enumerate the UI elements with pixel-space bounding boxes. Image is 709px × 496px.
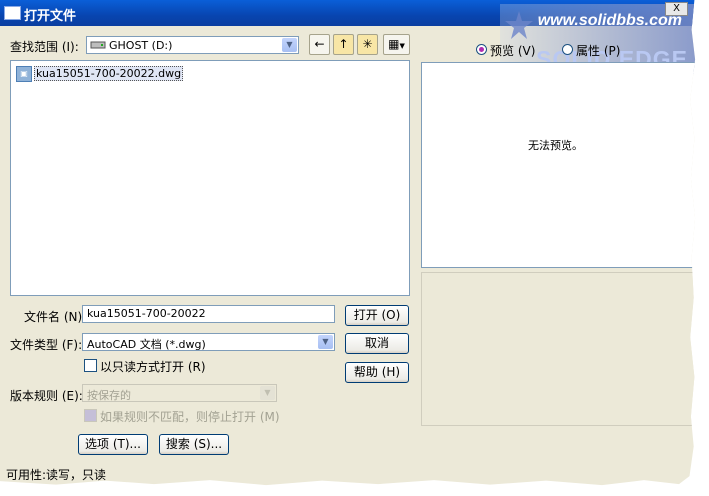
list-item[interactable]: ▣ kua15051-700-20022.dwg [16, 66, 184, 82]
watermark-url: www.solidbbs.com [537, 12, 682, 29]
up-one-level-button[interactable]: ↑ [333, 34, 354, 55]
up-folder-icon: ↑ [338, 37, 349, 51]
read-only-label: 以只读方式打开 (R) [100, 360, 206, 374]
new-folder-button[interactable]: ✳ [357, 34, 378, 55]
dwg-file-icon: ▣ [16, 66, 32, 82]
chevron-down-icon[interactable]: ▼ [282, 38, 297, 52]
file-name: kua15051-700-20022.dwg [34, 66, 184, 81]
views-dropdown-icon: ▼ [399, 42, 405, 50]
file-type-value: AutoCAD 文档 (*.dwg) [87, 338, 206, 351]
window-title: 打开文件 [24, 9, 77, 24]
cancel-button[interactable]: 取消 [345, 333, 409, 354]
help-button[interactable]: 帮助 (H) [345, 362, 409, 383]
file-type-label: 文件类型 (F): [10, 338, 83, 352]
stop-if-mismatch-checkbox[interactable] [84, 409, 97, 422]
options-button[interactable]: 选项 (T)... [78, 434, 148, 455]
back-button[interactable]: ← [309, 34, 330, 55]
status-text: 可用性:读写，只读 [6, 468, 107, 482]
open-file-dialog: 打开文件 www.solidbbs.com SOLID EDGE X 查找范围 … [0, 0, 696, 486]
stop-if-mismatch-label: 如果规则不匹配，则停止打开 (M) [100, 410, 280, 424]
search-button[interactable]: 搜索 (S)... [159, 434, 229, 455]
read-only-checkbox[interactable] [84, 359, 97, 372]
look-in-value: GHOST (D:) [109, 39, 173, 52]
views-icon: ▦ [388, 37, 400, 51]
version-rule-combo[interactable]: 按保存的 ▼ [82, 384, 277, 402]
look-in-label: 查找范围 (I): [10, 40, 79, 54]
star-logo-icon [505, 11, 533, 39]
file-name-input[interactable]: kua15051-700-20022 [82, 305, 335, 323]
file-name-label: 文件名 (N): [24, 310, 87, 324]
look-in-combo[interactable]: GHOST (D:) ▼ [86, 36, 299, 54]
properties-radio-label: 属性 (P) [576, 44, 621, 58]
preview-pane: 无法预览。 [421, 62, 696, 268]
window-icon [4, 6, 21, 20]
chevron-down-icon[interactable]: ▼ [318, 335, 333, 349]
open-button[interactable]: 打开 (O) [345, 305, 409, 326]
new-folder-icon: ✳ [362, 37, 373, 51]
preview-radio-label: 预览 (V) [490, 44, 536, 58]
drive-icon [90, 41, 106, 49]
version-rule-value: 按保存的 [87, 389, 131, 402]
info-pane [421, 272, 696, 426]
file-type-combo[interactable]: AutoCAD 文档 (*.dwg) ▼ [82, 333, 335, 351]
properties-radio[interactable] [562, 44, 573, 55]
back-arrow-icon: ← [314, 37, 325, 51]
version-rule-label: 版本规则 (E): [10, 389, 83, 403]
preview-message: 无法预览。 [528, 139, 583, 152]
chevron-down-icon[interactable]: ▼ [260, 386, 275, 400]
file-list[interactable]: ▣ kua15051-700-20022.dwg [10, 60, 410, 296]
views-menu-button[interactable]: ▦▼ [383, 34, 410, 55]
close-button[interactable]: X [665, 2, 688, 16]
preview-radio[interactable] [476, 44, 487, 55]
